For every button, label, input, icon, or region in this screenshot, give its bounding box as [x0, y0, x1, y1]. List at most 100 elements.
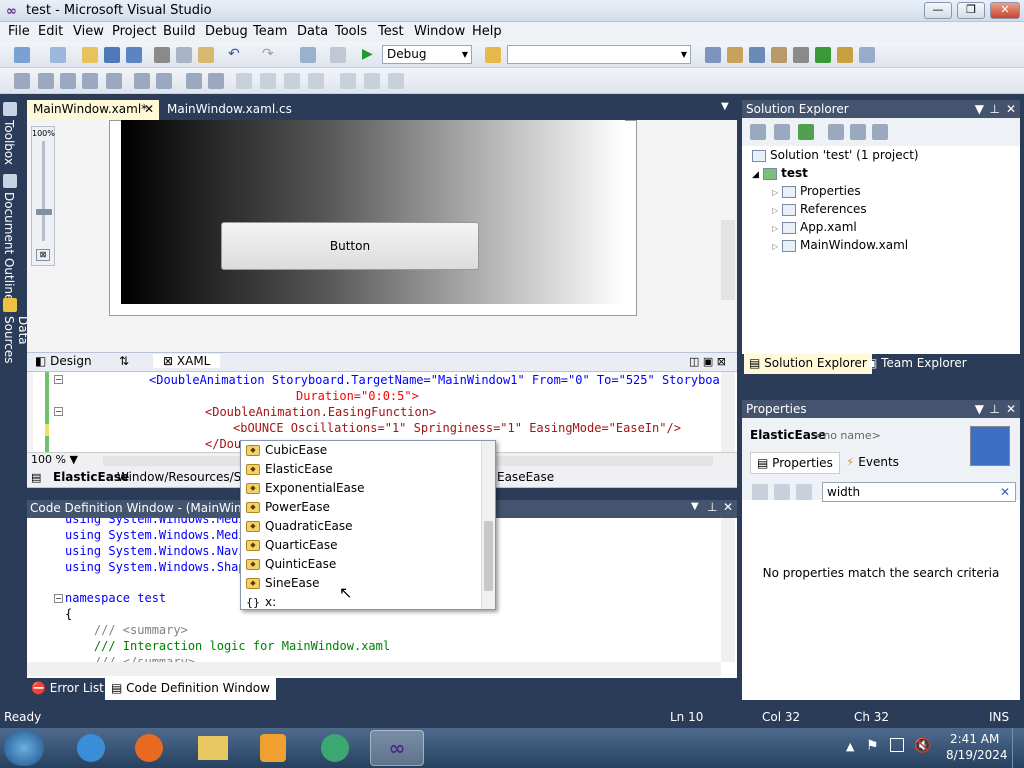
align-right-icon[interactable] [60, 73, 76, 89]
tree-item-project[interactable]: ◢ test [752, 164, 808, 182]
breadcrumb-tail[interactable]: EaseEase [497, 470, 554, 484]
xaml-line-bounce[interactable]: <bOUNCE Oscillations="1" Springiness="1"… [233, 420, 681, 436]
completion-item[interactable]: ◆ PowerEase [243, 498, 481, 517]
tree-item-solution[interactable]: Solution 'test' (1 project) [752, 146, 919, 164]
tab-code-definition-window[interactable]: ▤ Code Definition Window [105, 678, 276, 700]
breadcrumb-path[interactable]: Window/Resources/Sto [117, 470, 253, 484]
show-desktop-button[interactable] [1012, 728, 1024, 768]
clock-time[interactable]: 2:41 AM [950, 732, 999, 746]
code-line[interactable]: using System.Windows.Medi [65, 527, 246, 543]
show-hidden-icons-icon[interactable]: ▲ [846, 740, 854, 753]
make-same-height-icon[interactable] [156, 73, 172, 89]
taskbar-visual-studio-icon[interactable]: ∞ [370, 730, 424, 766]
clock-date[interactable]: 8/19/2024 [946, 748, 1008, 762]
code-line[interactable]: using System.Windows.Navi [65, 543, 246, 559]
zoom-fit-icon[interactable]: ⊠ [36, 249, 50, 261]
code-line[interactable]: using System.Windows.Medi [65, 518, 246, 527]
menu-project[interactable]: Project [112, 24, 156, 39]
start-debugging-icon[interactable]: ▶ [362, 46, 373, 62]
horizontal-spacing-icon[interactable] [186, 73, 202, 89]
copy-icon[interactable] [176, 47, 192, 63]
volume-muted-icon[interactable]: 🔇 [914, 738, 931, 754]
xaml-line-closing[interactable]: </Dou [205, 436, 241, 452]
find-in-files-icon[interactable] [485, 47, 501, 63]
menu-view[interactable]: View [73, 24, 104, 39]
solution-configuration-select[interactable]: Debug ▼ [382, 45, 472, 64]
cdw-horizontal-scrollbar[interactable] [27, 662, 721, 676]
uncomment-icon[interactable] [308, 73, 324, 89]
add-item-icon[interactable] [50, 47, 66, 63]
wpf-designer-surface[interactable]: Button 100% ⊠ [27, 120, 737, 352]
completion-item[interactable]: ◆ ExponentialEase [243, 479, 481, 498]
completion-item[interactable]: ◆ QuarticEase [243, 536, 481, 555]
zoom-slider-panel[interactable]: 100% ⊠ [31, 126, 55, 266]
tab-team-explorer[interactable]: ▣ Team Explorer [866, 356, 967, 370]
xaml-line-easingfunction[interactable]: <DoubleAnimation.EasingFunction> [205, 404, 436, 420]
menu-debug[interactable]: Debug [205, 24, 248, 39]
menu-team[interactable]: Team [253, 24, 287, 39]
save-icon[interactable] [104, 47, 120, 63]
tab-solution-explorer[interactable]: ▤ Solution Explorer [744, 354, 872, 374]
class-diagram-icon[interactable] [872, 124, 888, 140]
extension-manager-icon[interactable] [793, 47, 809, 63]
next-bookmark-icon[interactable] [364, 73, 380, 89]
data-sources-tab[interactable]: Data Sources [2, 316, 30, 394]
align-middle-icon[interactable] [106, 73, 122, 89]
xaml-line-duration[interactable]: Duration="0:0:5"> [296, 388, 419, 404]
selected-object-name[interactable]: <no name> [814, 429, 881, 442]
collapse-icon[interactable]: − [54, 594, 63, 603]
minimize-button[interactable]: — [924, 2, 952, 19]
alphabetical-icon[interactable] [774, 484, 790, 500]
window-position-icon[interactable]: ▼ [691, 501, 699, 512]
menu-tools[interactable]: Tools [335, 24, 367, 39]
completion-scroll-thumb[interactable] [484, 521, 493, 591]
menu-edit[interactable]: Edit [38, 24, 63, 39]
completion-item[interactable]: ◆ CubicEase [243, 441, 481, 460]
xaml-vertical-scrollbar[interactable] [721, 372, 735, 452]
window-position-icon[interactable]: ▼ [975, 400, 984, 418]
tree-item-properties[interactable]: ▷ Properties [772, 182, 861, 200]
align-center-icon[interactable] [38, 73, 54, 89]
completion-item[interactable]: ◆ QuadraticEase [243, 517, 481, 536]
find-combo[interactable]: ▼ [507, 45, 691, 64]
tab-dropdown-icon[interactable]: ▼ [721, 101, 729, 112]
completion-item[interactable]: ◆ QuinticEase [243, 555, 481, 574]
tab-properties[interactable]: ▤ Properties [750, 452, 840, 474]
pin-icon[interactable]: ⊥ [707, 500, 717, 514]
code-line-namespace[interactable]: namespace test [65, 590, 166, 606]
menu-file[interactable]: File [8, 24, 30, 39]
taskbar-explorer-icon[interactable] [186, 730, 240, 766]
command-window-icon[interactable] [859, 47, 875, 63]
property-search-input[interactable]: width ✕ [822, 482, 1016, 502]
tab-mainwindow-xaml-cs[interactable]: MainWindow.xaml.cs [161, 100, 298, 120]
menu-test[interactable]: Test [378, 24, 404, 39]
close-icon[interactable]: ✕ [1006, 400, 1016, 418]
solution-explorer-icon[interactable] [705, 47, 721, 63]
close-button[interactable]: ✕ [990, 2, 1020, 19]
bring-to-front-icon[interactable] [236, 73, 252, 89]
comment-icon[interactable] [284, 73, 300, 89]
clear-bookmarks-icon[interactable] [388, 73, 404, 89]
view-code-icon[interactable] [828, 124, 844, 140]
menu-window[interactable]: Window [414, 24, 465, 39]
zoom-slider-track[interactable] [42, 141, 45, 241]
code-line-comment[interactable]: /// <summary> [65, 622, 188, 638]
tree-item-references[interactable]: ▷ References [772, 200, 867, 218]
filter-icon[interactable] [796, 484, 812, 500]
taskbar-media-player-icon[interactable] [246, 730, 300, 766]
tree-item-app-xaml[interactable]: ▷ App.xaml [772, 218, 857, 236]
collapse-icon[interactable]: − [54, 375, 63, 384]
taskbar-app-icon[interactable] [308, 730, 362, 766]
paste-icon[interactable] [198, 47, 214, 63]
refresh-icon[interactable] [798, 124, 814, 140]
save-all-icon[interactable] [126, 47, 142, 63]
make-same-width-icon[interactable] [134, 73, 150, 89]
cut-icon[interactable] [154, 47, 170, 63]
toolbox-tab[interactable]: Toolbox [2, 120, 16, 165]
align-top-icon[interactable] [82, 73, 98, 89]
close-icon[interactable]: ✕ [723, 500, 733, 514]
document-outline-tab[interactable]: Document Outline [2, 192, 16, 301]
xaml-line-doubleanimation[interactable]: <DoubleAnimation Storyboard.TargetName="… [149, 372, 734, 388]
menu-help[interactable]: Help [472, 24, 502, 39]
navigate-backward-icon[interactable] [300, 47, 316, 63]
